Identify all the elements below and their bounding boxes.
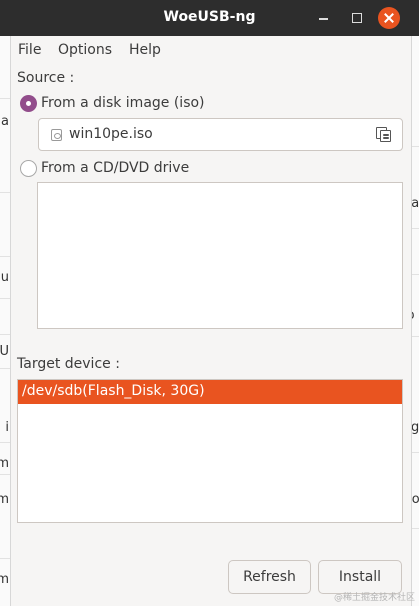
close-icon[interactable] <box>378 7 400 29</box>
disk-image-radio[interactable] <box>20 95 37 112</box>
menu-help[interactable]: Help <box>129 42 161 58</box>
maximize-icon[interactable] <box>347 8 367 28</box>
install-button[interactable]: Install <box>318 560 402 594</box>
cd-drive-radio-label[interactable]: From a CD/DVD drive <box>41 160 189 176</box>
cd-drive-radio[interactable] <box>20 160 37 177</box>
target-device-label: Target device : <box>17 356 120 372</box>
menu-file[interactable]: File <box>18 42 41 58</box>
background-text: U <box>0 344 9 359</box>
menu-options[interactable]: Options <box>58 42 112 58</box>
title-bar: WoeUSB-ng <box>0 0 419 36</box>
iso-file-chooser[interactable]: win10pe.iso <box>38 118 403 151</box>
main-window: File Options Help Source : From a disk i… <box>10 36 412 606</box>
disc-file-icon <box>51 129 62 141</box>
background-text: ma <box>0 114 9 129</box>
minimize-icon[interactable] <box>314 8 334 28</box>
background-window-left: ma ou U i m m m <box>0 28 10 606</box>
menu-bar: File Options Help <box>11 36 411 64</box>
target-device-item-sdb[interactable]: /dev/sdb(Flash_Disk, 30G) <box>18 380 402 404</box>
source-label: Source : <box>17 70 75 86</box>
background-text: m <box>0 492 9 507</box>
background-text: m <box>0 456 9 471</box>
iso-file-name: win10pe.iso <box>69 126 153 142</box>
cd-drive-list[interactable] <box>37 182 403 329</box>
background-text: m <box>0 572 9 587</box>
background-text: i <box>5 420 9 435</box>
refresh-button[interactable]: Refresh <box>228 560 311 594</box>
target-device-list[interactable]: /dev/sdb(Flash_Disk, 30G) <box>17 379 403 523</box>
background-text: ou <box>0 270 9 285</box>
browse-file-icon[interactable] <box>376 127 392 143</box>
watermark: @稀土掘金技术社区 <box>333 593 415 603</box>
disk-image-radio-label[interactable]: From a disk image (iso) <box>41 95 205 111</box>
